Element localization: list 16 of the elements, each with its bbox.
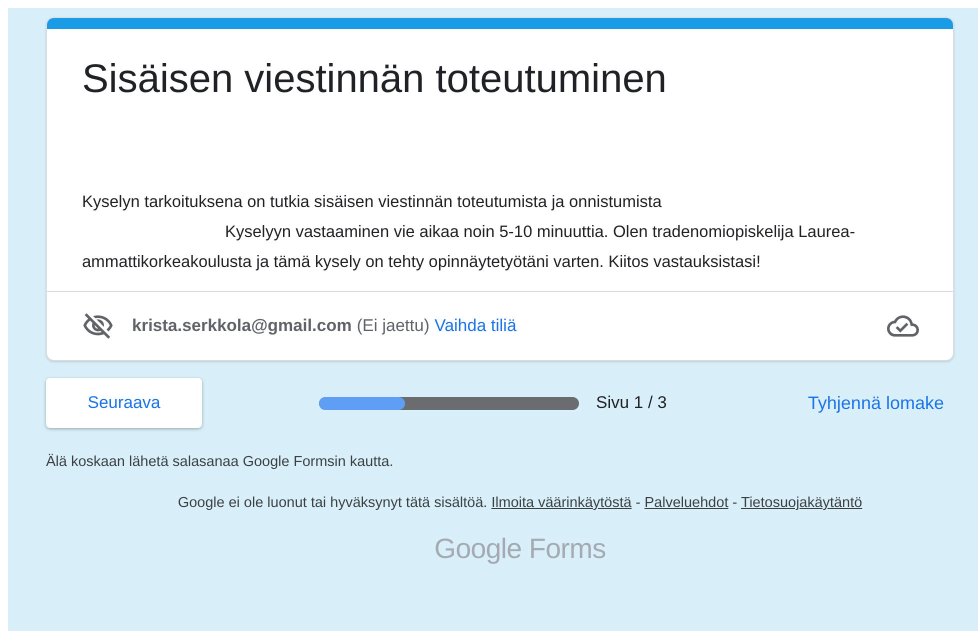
sharing-note: (Ei jaettu)	[356, 316, 430, 336]
next-button[interactable]: Seuraava	[46, 378, 202, 428]
clear-form-link[interactable]: Tyhjennä lomake	[808, 392, 944, 414]
link-separator: -	[636, 495, 640, 511]
page-indicator: Sivu 1 / 3	[596, 393, 667, 413]
form-description: Kyselyn tarkoituksena on tutkia sisäisen viestinnän toteutumista ja onnistumista Kyselyyn vastaaminen vie aikaa noin 5-10 minuuttia. Olen tradenomiopiskelija Laurea-ammattikorkeakoulusta ja tämä kysely on tehty opinnäytetyötäni varten. Kiitos vastauksistasi!	[81, 192, 856, 273]
form-title: Sisäisen viestinnän toteutuminen	[81, 56, 668, 103]
password-warning: Älä koskaan lähetä salasanaa Google Formsin kautta.	[46, 454, 394, 470]
footer-link[interactable]: Tietosuojakäytäntö	[741, 495, 862, 511]
footer-link[interactable]: Palveluehdot	[644, 495, 728, 511]
switch-account-link[interactable]: Vaihda tiliä	[434, 316, 516, 336]
disclaimer-text: Google ei ole luonut tai hyväksynyt tätä sisältöä.	[178, 495, 488, 511]
account-email: krista.serkkola@gmail.com	[132, 316, 352, 336]
link-separator: -	[732, 495, 738, 511]
google-forms-logo: Google Forms	[434, 533, 606, 564]
footer-link[interactable]: Ilmoita väärinkäytöstä	[491, 495, 632, 511]
